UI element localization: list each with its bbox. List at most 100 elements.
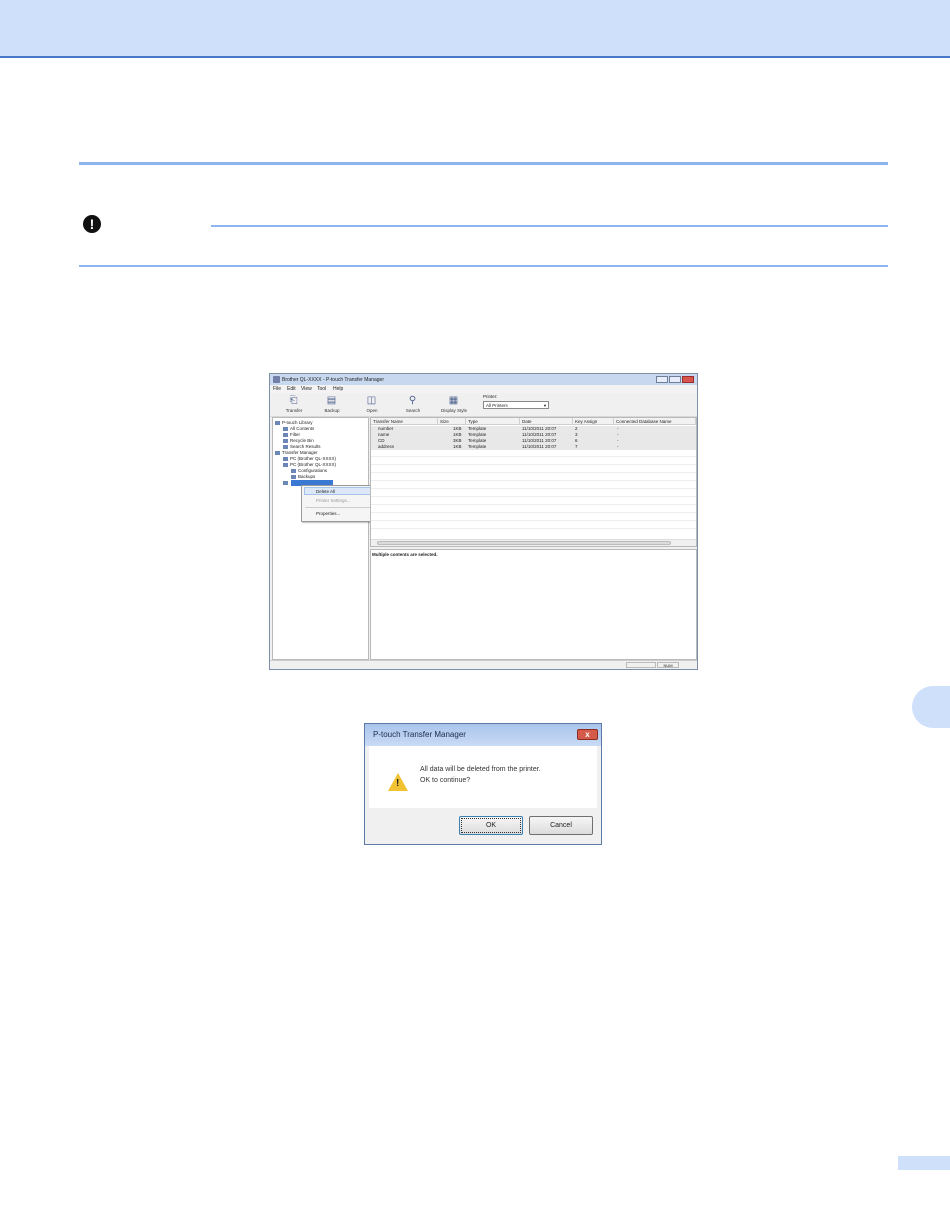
column-header-transfer-name[interactable]: Transfer Name	[371, 418, 438, 425]
grid-line	[371, 472, 696, 473]
transfer-icon: ⎗	[289, 395, 298, 406]
important-rule	[211, 225, 888, 227]
tree-item-all-contents[interactable]: All Contents	[283, 426, 314, 431]
tree-item-recycle-bin[interactable]: Recycle Bin	[283, 438, 314, 443]
maximize-button[interactable]	[669, 376, 681, 383]
printer-select-value: All Printers	[486, 403, 508, 408]
column-header-database[interactable]: Connected Database Name	[614, 418, 696, 425]
recycle-bin-icon	[283, 438, 288, 443]
tree-label: Filter	[290, 432, 300, 437]
minimize-button[interactable]	[656, 376, 668, 383]
window-titlebar: Brother QL-XXXX - P-touch Transfer Manag…	[270, 374, 697, 385]
table-row[interactable]: address 1KB Template 11/10/2011 20:07 7 …	[371, 444, 696, 450]
cell-name: address	[378, 444, 395, 449]
tree-item-filter[interactable]: Filter	[283, 432, 300, 437]
grid-line	[371, 520, 696, 521]
header-band	[0, 0, 950, 58]
menu-file[interactable]: File	[273, 386, 281, 392]
tree-item-selected-printer[interactable]	[283, 480, 290, 485]
context-menu-delete-all[interactable]: Delete All	[316, 489, 335, 494]
transfer-manager-window: Brother QL-XXXX - P-touch Transfer Manag…	[269, 373, 698, 670]
tree-label: Transfer Manager	[282, 450, 318, 455]
confirm-dialog: P-touch Transfer Manager x ! All data wi…	[364, 723, 602, 845]
status-bar: NUM	[270, 660, 697, 669]
backup-label: Backup	[324, 408, 340, 413]
context-menu-printer-settings[interactable]: Printer Settings...	[316, 498, 351, 503]
grid-line	[371, 456, 696, 457]
horizontal-scrollbar[interactable]	[371, 539, 696, 546]
important-icon: !	[83, 215, 101, 233]
detail-text: Multiple contents are selected.	[372, 552, 438, 557]
printer-icon	[283, 462, 288, 467]
tree-item-pc-2[interactable]: PC (Brother QL-XXXX)	[283, 462, 336, 467]
filter-icon	[283, 432, 288, 437]
search-icon	[283, 444, 288, 449]
tree-item-search-results[interactable]: Search Results	[283, 444, 321, 449]
backups-icon	[291, 474, 296, 479]
configurations-icon	[291, 468, 296, 473]
menu-edit[interactable]: Edit	[287, 386, 296, 392]
context-menu-separator	[305, 507, 377, 508]
tree-label: Backups	[298, 474, 316, 479]
scrollbar-thumb[interactable]	[377, 541, 671, 545]
backup-icon: ▤	[326, 395, 337, 406]
grid-line	[371, 496, 696, 497]
library-icon	[275, 420, 280, 425]
menu-view[interactable]: View	[301, 386, 312, 392]
menu-bar: File Edit View Tool Help	[270, 385, 697, 393]
display-style-label: Display Style	[440, 408, 467, 413]
cancel-button[interactable]: Cancel	[529, 816, 593, 835]
backup-button[interactable]: ▤ Backup	[314, 393, 350, 416]
printer-select[interactable]: All Printers ▼	[483, 401, 549, 409]
cell-key: 7	[575, 444, 578, 449]
dialog-close-button[interactable]: x	[577, 729, 598, 740]
section-rule-top	[79, 162, 888, 165]
transfer-list: Transfer Name Size Type Date Key Assign …	[370, 417, 697, 547]
context-menu: Delete All Printer Settings... Propertie…	[301, 485, 381, 522]
tree-item-backups[interactable]: Backups	[291, 474, 315, 479]
column-header-type[interactable]: Type	[466, 418, 520, 425]
grid-line	[371, 504, 696, 505]
column-header-date[interactable]: Date	[520, 418, 573, 425]
chapter-tab	[912, 686, 950, 728]
menu-tool[interactable]: Tool	[317, 386, 326, 392]
search-icon: ⚲	[408, 395, 417, 406]
transfer-manager-icon	[275, 450, 280, 455]
status-panel-num: NUM	[657, 662, 679, 668]
section-rule-bottom	[79, 265, 888, 267]
menu-help[interactable]: Help	[333, 386, 343, 392]
dialog-message-line2: OK to continue?	[420, 777, 471, 784]
grid-line	[371, 512, 696, 513]
folder-icon	[283, 426, 288, 431]
tree-item-transfer-manager[interactable]: Transfer Manager	[275, 450, 318, 455]
column-header-key-assign[interactable]: Key Assign	[573, 418, 614, 425]
chevron-down-icon: ▼	[543, 403, 547, 408]
transfer-button[interactable]: ⎗ Transfer	[276, 393, 312, 416]
grid-line	[371, 480, 696, 481]
window-title: Brother QL-XXXX - P-touch Transfer Manag…	[282, 377, 384, 383]
tree-label: Configurations	[298, 468, 328, 473]
display-style-button[interactable]: ▦ Display Style	[436, 393, 472, 416]
context-menu-properties[interactable]: Properties...	[316, 511, 340, 516]
column-header-size[interactable]: Size	[438, 418, 466, 425]
tree-item-pc-1[interactable]: PC (Brother QL-XXXX)	[283, 456, 336, 461]
cell-db: -	[617, 444, 619, 449]
grid-line	[371, 464, 696, 465]
dialog-titlebar: P-touch Transfer Manager x	[365, 724, 601, 746]
open-button[interactable]: ◫ Open	[354, 393, 390, 416]
cell-type: Template	[468, 444, 487, 449]
search-button[interactable]: ⚲ Search	[395, 393, 431, 416]
tree-item-library[interactable]: P-touch Library	[275, 420, 313, 425]
close-button[interactable]	[682, 376, 694, 383]
tree-label: PC (Brother QL-XXXX)	[290, 462, 337, 467]
printer-icon	[283, 456, 288, 461]
search-label: Search	[405, 408, 421, 413]
printer-icon	[283, 480, 288, 485]
open-icon: ◫	[366, 395, 377, 406]
tree-label: PC (Brother QL-XXXX)	[290, 456, 337, 461]
ok-button[interactable]: OK	[459, 816, 523, 835]
page-number-tab	[898, 1156, 950, 1170]
tree-label: Search Results	[290, 444, 321, 449]
dialog-title: P-touch Transfer Manager	[373, 730, 466, 739]
tree-item-configurations[interactable]: Configurations	[291, 468, 327, 473]
